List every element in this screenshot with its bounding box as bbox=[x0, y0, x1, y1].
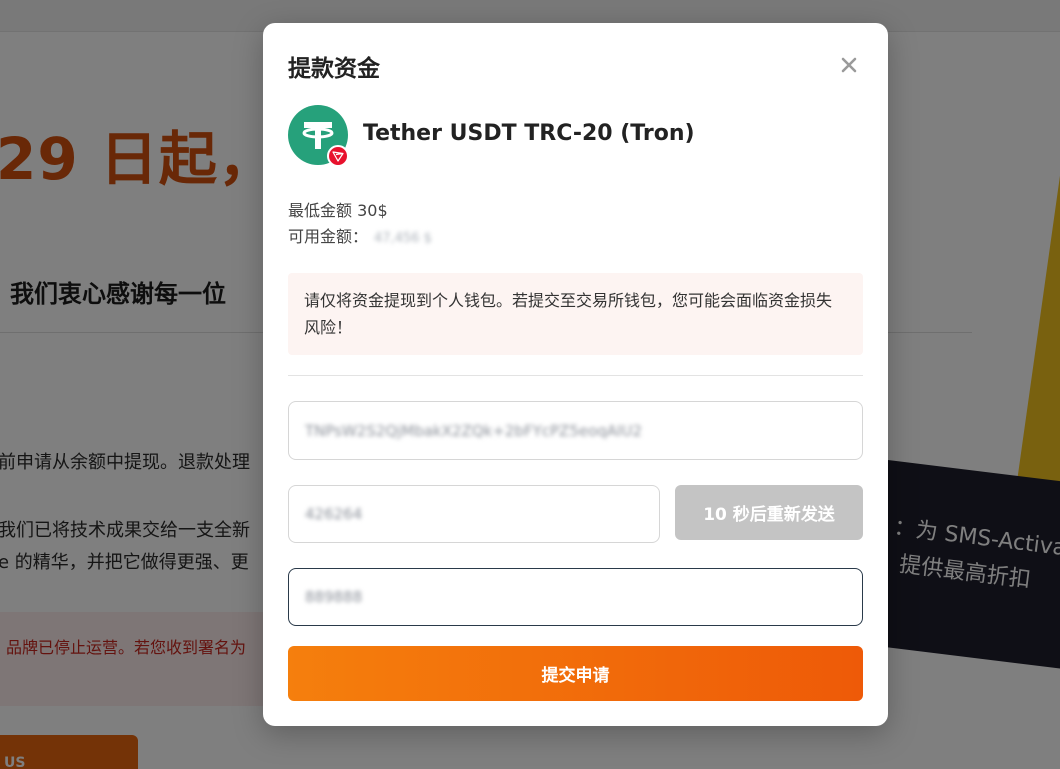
verification-code-value: 426264 bbox=[305, 505, 363, 523]
resend-code-button[interactable]: 10 秒后重新发送 bbox=[675, 485, 863, 540]
tron-icon bbox=[327, 145, 349, 167]
section-divider bbox=[288, 375, 863, 376]
min-amount: 最低金额 30$ bbox=[288, 201, 388, 220]
withdraw-modal: 提款资金 Tether USDT TRC-20 (Tron) 最低金额 30$ … bbox=[263, 23, 888, 726]
twofa-code-input[interactable]: 889888 bbox=[288, 568, 863, 626]
verification-code-input[interactable]: 426264 bbox=[288, 485, 660, 543]
twofa-code-value: 889888 bbox=[305, 588, 363, 606]
close-icon[interactable] bbox=[837, 53, 861, 77]
modal-title: 提款资金 bbox=[288, 56, 380, 82]
available-value: 47,456 $ bbox=[374, 231, 432, 246]
coin-name: Tether USDT TRC-20 (Tron) bbox=[363, 121, 695, 146]
wallet-address-value: TNPsW2S2QjMbakX2ZQk+2bFYcPZ5eoqAIU2 bbox=[305, 421, 642, 440]
warning-notice: 请仅将资金提现到个人钱包。若提交至交易所钱包，您可能会面临资金损失风险！ bbox=[288, 273, 863, 355]
available-balance: 可用金额： 47,456 $ bbox=[288, 223, 432, 247]
available-label: 可用金额： bbox=[288, 227, 369, 246]
submit-button[interactable]: 提交申请 bbox=[288, 646, 863, 701]
wallet-address-input[interactable]: TNPsW2S2QjMbakX2ZQk+2bFYcPZ5eoqAIU2 bbox=[288, 401, 863, 460]
